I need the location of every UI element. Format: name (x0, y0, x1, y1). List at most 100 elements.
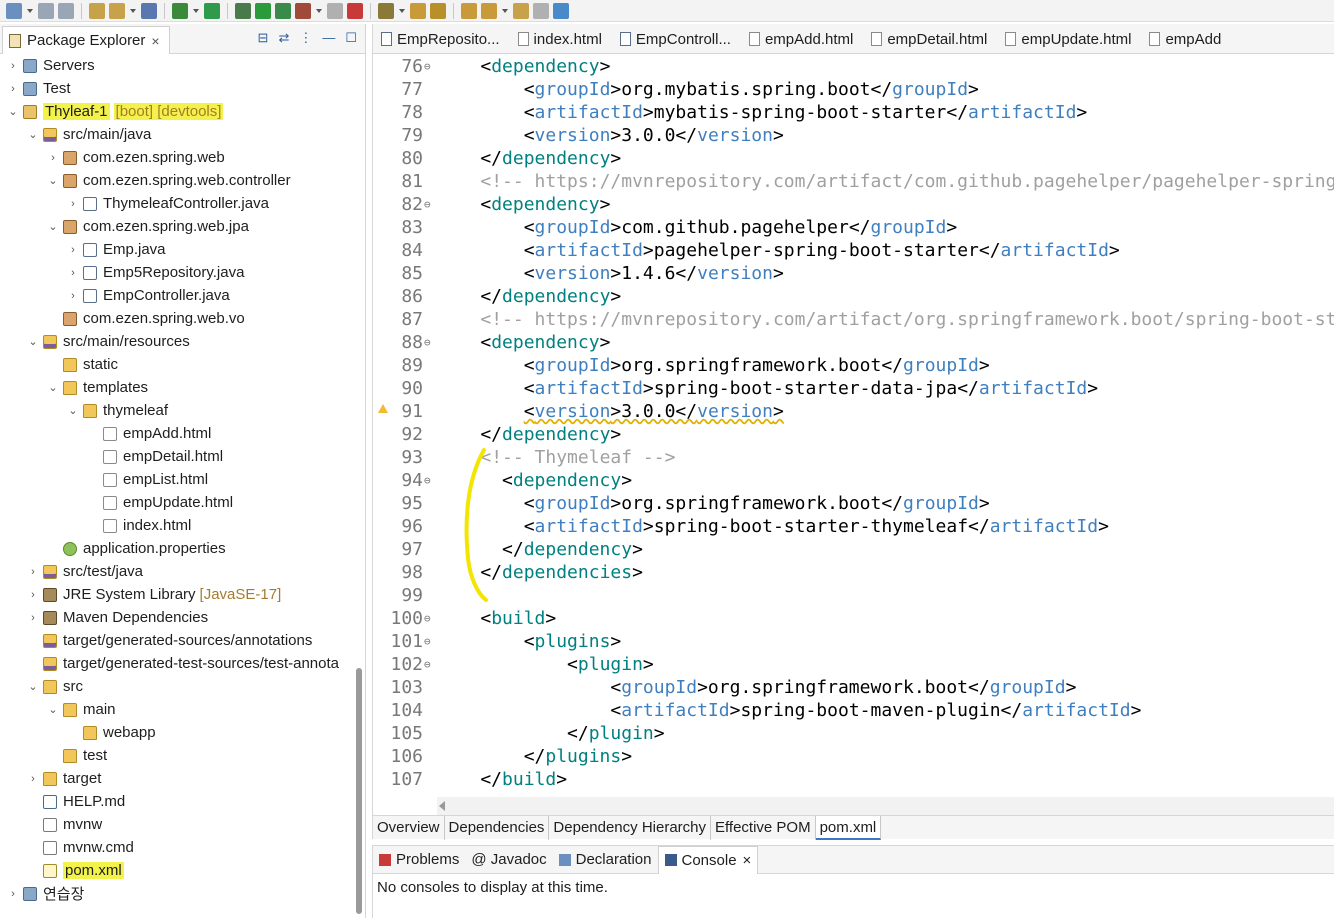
prev-annotation-icon[interactable] (481, 2, 497, 19)
tree-item[interactable]: ⌄ com.ezen.spring.web.controller (0, 169, 356, 192)
tree-item[interactable]: empList.html (0, 468, 356, 491)
chevron-down-icon[interactable]: ⌄ (26, 680, 40, 694)
fold-toggle-icon[interactable]: ⊖ (424, 653, 434, 676)
tree-item[interactable]: ⌄ src/main/java (0, 123, 356, 146)
fold-toggle-icon[interactable]: ⊖ (424, 630, 434, 653)
next-annotation-icon[interactable] (461, 2, 477, 19)
chevron-right-icon[interactable]: › (6, 82, 20, 96)
debug-icon[interactable] (235, 2, 251, 19)
tree-item[interactable]: target/generated-test-sources/test-annot… (0, 652, 356, 675)
tree-item[interactable]: static (0, 353, 356, 376)
forward-icon[interactable] (533, 2, 549, 19)
tree-item[interactable]: › com.ezen.spring.web (0, 146, 356, 169)
chevron-right-icon[interactable]: › (26, 588, 40, 602)
chevron-down-icon[interactable]: ⌄ (6, 105, 20, 119)
tree-item[interactable]: › EmpController.java (0, 284, 356, 307)
chevron-right-icon[interactable]: › (66, 266, 80, 280)
collapse-all-icon[interactable]: ⊟ (258, 30, 269, 46)
tree-item[interactable]: HELP.md (0, 790, 356, 813)
tree-item[interactable]: › JRE System Library [JavaSE-17] (0, 583, 356, 606)
editor-tab[interactable]: index.html (510, 24, 612, 53)
tree-item[interactable]: ⌄ src/main/resources (0, 330, 356, 353)
external-tools-icon[interactable] (295, 2, 311, 19)
minimize-icon[interactable]: — (322, 30, 335, 46)
open-task-icon[interactable] (410, 2, 426, 19)
annotation-icon[interactable] (430, 2, 446, 19)
console-icon[interactable] (141, 2, 157, 19)
tree-item[interactable]: index.html (0, 514, 356, 537)
run-icon[interactable] (255, 2, 271, 19)
tree-item[interactable]: empUpdate.html (0, 491, 356, 514)
bottom-tab[interactable]: Declaration (553, 846, 658, 874)
tree-item[interactable]: pom.xml (0, 859, 356, 882)
tree-item[interactable]: ⌄ thymeleaf (0, 399, 356, 422)
view-menu-icon[interactable]: ⋮ (299, 30, 312, 46)
editor-tab[interactable]: empDetail.html (863, 24, 997, 53)
tree-item[interactable]: webapp (0, 721, 356, 744)
stop-icon[interactable] (327, 2, 343, 19)
fold-toggle-icon[interactable]: ⊖ (424, 331, 434, 354)
pom-tab[interactable]: Overview (373, 815, 445, 840)
chevron-right-icon[interactable]: › (66, 243, 80, 257)
chevron-down-icon[interactable]: ⌄ (66, 404, 80, 418)
tree-item[interactable]: empDetail.html (0, 445, 356, 468)
chevron-right-icon[interactable]: › (66, 197, 80, 211)
bottom-tab[interactable]: @ Javadoc (465, 846, 552, 874)
editor-tab[interactable]: EmpControll... (612, 24, 741, 53)
chevron-right-icon[interactable]: › (6, 59, 20, 73)
dropdown-arrow-icon[interactable] (315, 3, 323, 19)
editor-tab[interactable]: EmpReposito... (373, 24, 510, 53)
tree-item[interactable]: › src/test/java (0, 560, 356, 583)
tab-package-explorer[interactable]: Package Explorer × (2, 26, 170, 54)
tree-item[interactable]: empAdd.html (0, 422, 356, 445)
new-java-class-icon[interactable] (347, 2, 363, 19)
back-icon[interactable] (513, 2, 529, 19)
open-resource-icon[interactable] (109, 2, 125, 19)
tree-item[interactable]: mvnw.cmd (0, 836, 356, 859)
chevron-down-icon[interactable]: ⌄ (26, 128, 40, 142)
tree-item[interactable]: mvnw (0, 813, 356, 836)
close-icon[interactable]: × (151, 33, 159, 49)
dropdown-arrow-icon[interactable] (192, 3, 200, 19)
chevron-right-icon[interactable]: › (26, 565, 40, 579)
tree-item[interactable]: target/generated-sources/annotations (0, 629, 356, 652)
search-icon[interactable] (378, 2, 394, 19)
dropdown-arrow-icon[interactable] (501, 3, 509, 19)
tree-item[interactable]: test (0, 744, 356, 767)
editor-tab[interactable]: empAdd.html (741, 24, 863, 53)
chevron-down-icon[interactable]: ⌄ (46, 703, 60, 717)
code-editor[interactable]: 76 ⊖ <dependency> 77 <groupId>org.mybatis.… (373, 55, 1334, 795)
tree-item[interactable]: application.properties (0, 537, 356, 560)
open-type-icon[interactable] (89, 2, 105, 19)
chevron-right-icon[interactable]: › (6, 887, 20, 901)
chevron-right-icon[interactable]: › (66, 289, 80, 303)
chevron-right-icon[interactable]: › (46, 151, 60, 165)
tree-item[interactable]: ⌄ com.ezen.spring.web.jpa (0, 215, 356, 238)
fold-toggle-icon[interactable]: ⊖ (424, 607, 434, 630)
editor-tab[interactable]: empUpdate.html (997, 24, 1141, 53)
horizontal-scrollbar[interactable] (437, 797, 1334, 815)
tree-item[interactable]: ⌄ templates (0, 376, 356, 399)
fold-toggle-icon[interactable]: ⊖ (424, 55, 434, 78)
tree-item[interactable]: com.ezen.spring.web.vo (0, 307, 356, 330)
tree-item[interactable]: › Maven Dependencies (0, 606, 356, 629)
skip-breakpoints-icon[interactable] (172, 2, 188, 19)
maximize-icon[interactable]: ☐ (345, 30, 357, 46)
pom-tab[interactable]: Effective POM (711, 815, 816, 840)
pom-tab[interactable]: Dependency Hierarchy (549, 815, 711, 840)
tree-item[interactable]: › ThymeleafController.java (0, 192, 356, 215)
dropdown-arrow-icon[interactable] (398, 3, 406, 19)
editor-tab[interactable]: empAdd (1141, 24, 1231, 53)
vertical-scrollbar[interactable] (356, 668, 362, 914)
dropdown-arrow-icon[interactable] (129, 3, 137, 19)
open-perspective-icon[interactable] (553, 2, 569, 19)
tree-item[interactable]: ⌄ main (0, 698, 356, 721)
new-icon[interactable] (6, 2, 22, 19)
chevron-down-icon[interactable]: ⌄ (46, 174, 60, 188)
save-icon[interactable] (38, 2, 54, 19)
pom-tab[interactable]: pom.xml (815, 815, 882, 840)
close-icon[interactable]: × (743, 852, 752, 869)
warning-icon[interactable] (378, 404, 388, 413)
coverage-icon[interactable] (275, 2, 291, 19)
spring-boot-icon[interactable] (204, 2, 220, 19)
